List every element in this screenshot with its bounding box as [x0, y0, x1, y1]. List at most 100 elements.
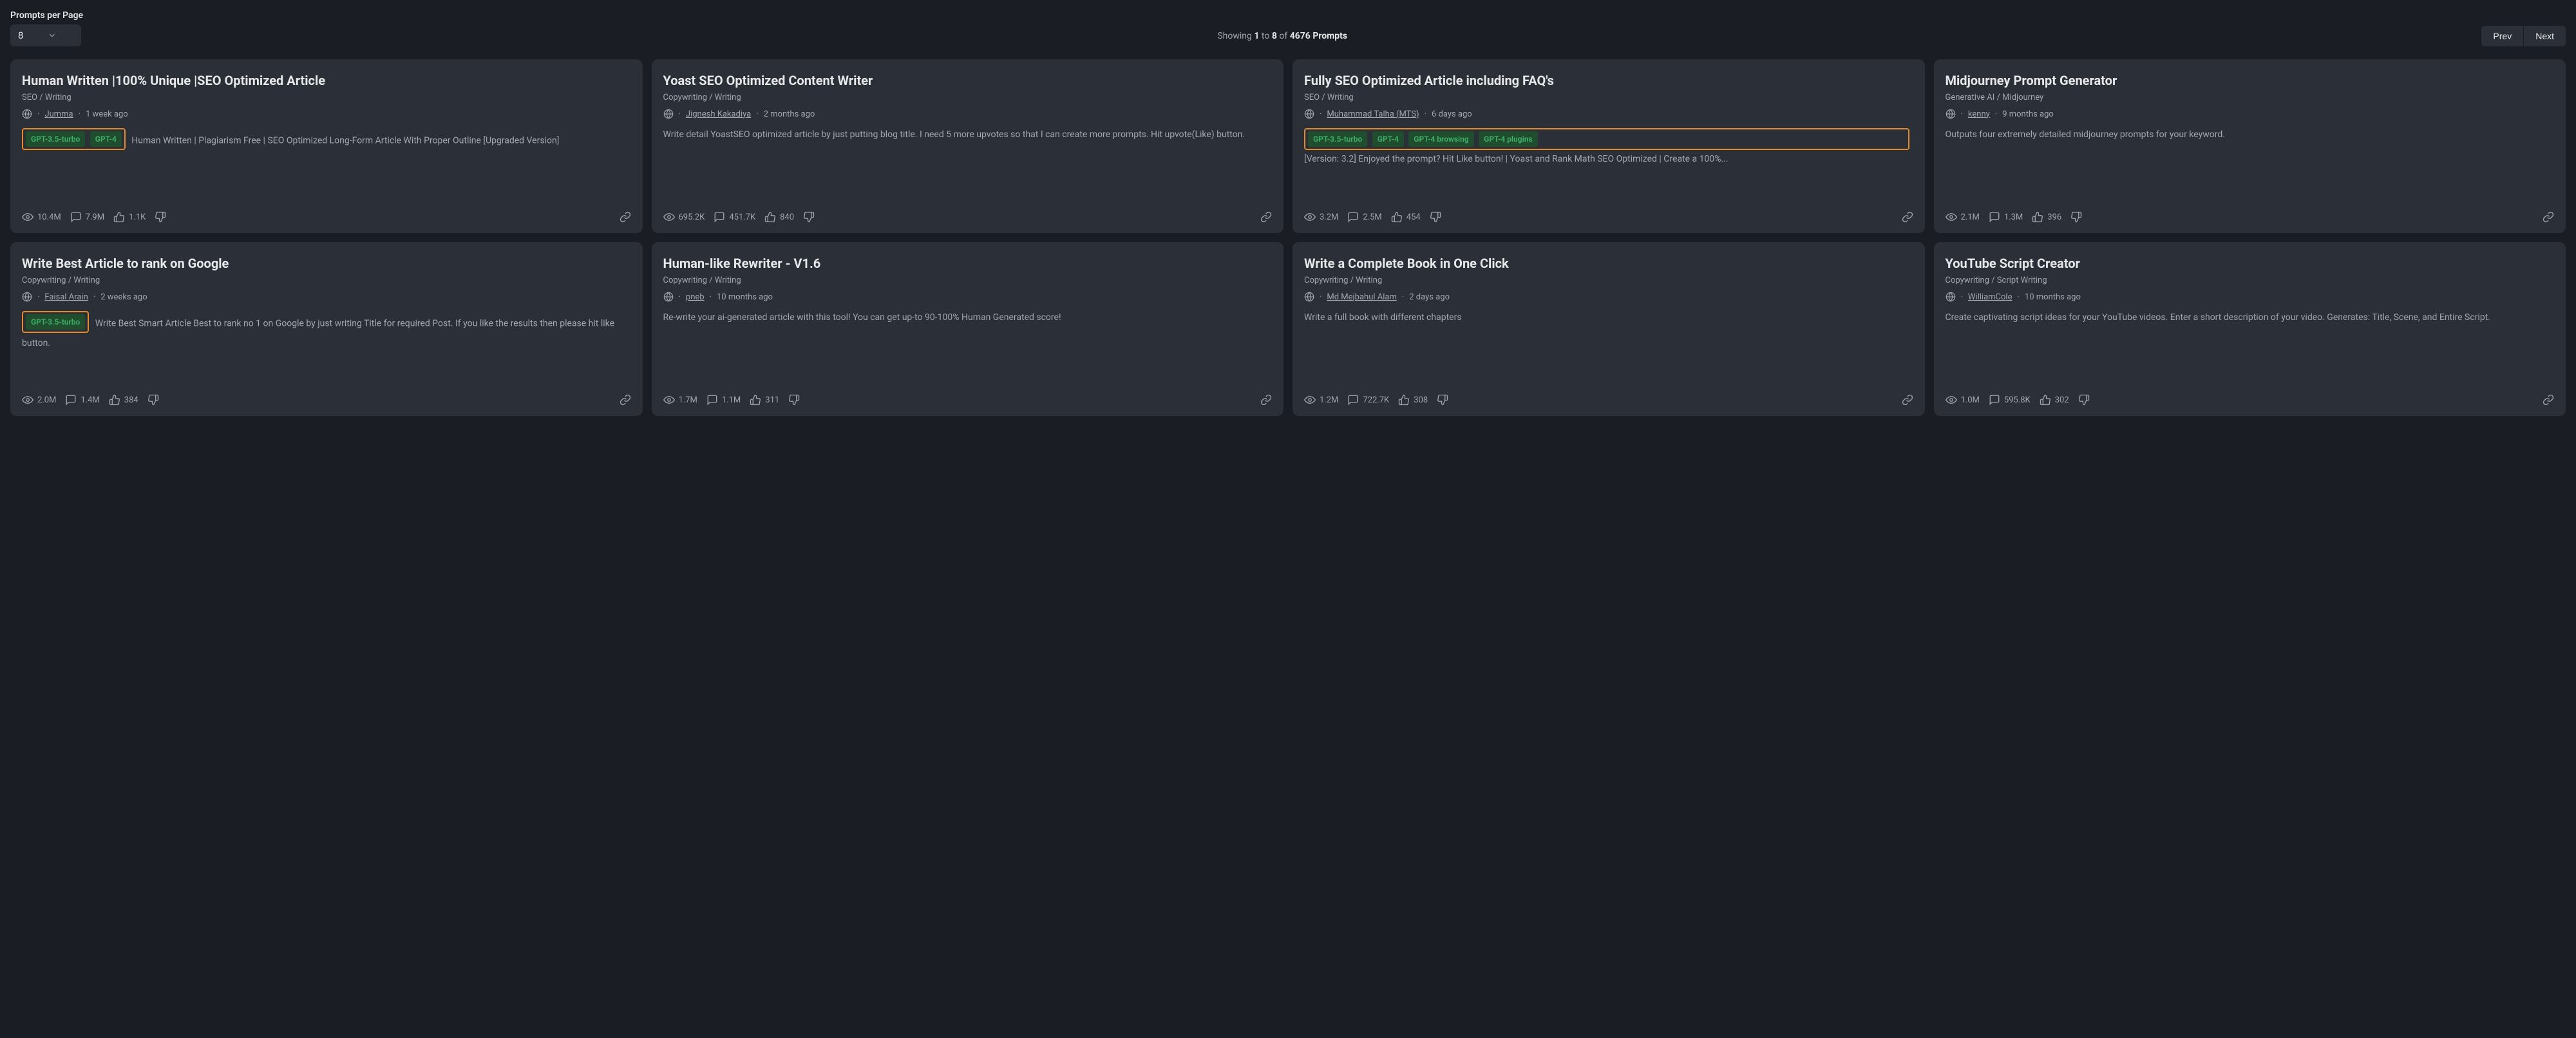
card-author[interactable]: Jignesh Kakadiya [686, 109, 751, 119]
thumbs-down-icon [147, 394, 159, 406]
prompt-card[interactable]: Human-like Rewriter - V1.6 Copywriting /… [652, 242, 1284, 416]
showing-from: 1 [1254, 31, 1259, 41]
dislike-button[interactable] [155, 211, 166, 223]
prev-button[interactable]: Prev [2481, 26, 2524, 46]
card-author[interactable]: WilliamCole [1968, 292, 2012, 302]
next-button[interactable]: Next [2524, 26, 2566, 46]
eye-icon [663, 394, 675, 406]
card-author[interactable]: pneb [686, 292, 705, 302]
card-stats: 1.0M 595.8K 302 [1946, 394, 2555, 406]
dislike-button[interactable] [147, 394, 159, 406]
card-time: 6 days ago [1432, 109, 1472, 119]
card-author[interactable]: Faisal Arain [44, 292, 88, 302]
card-description: Human Written | Plagiarism Free | SEO Op… [131, 136, 559, 146]
per-page-control: Prompts per Page 8 [10, 10, 83, 46]
views-count: 10.4M [37, 212, 61, 222]
cards-grid: Human Written |100% Unique |SEO Optimize… [10, 59, 2566, 416]
comments-stat: 595.8K [1989, 394, 2031, 406]
card-stats: 2.0M 1.4M 384 [22, 394, 631, 406]
tag-gpt35: GPT-3.5-turbo [26, 131, 85, 147]
likes-stat: 302 [2040, 394, 2069, 406]
dislike-button[interactable] [1437, 394, 1448, 406]
comments-stat: 7.9M [70, 211, 104, 223]
link-button[interactable] [1260, 211, 1272, 223]
thumbs-down-icon [788, 394, 800, 406]
thumbs-up-icon [764, 211, 776, 223]
card-author[interactable]: Muhammad Talha (MTS) [1327, 109, 1419, 119]
tag-gpt4: GPT-4 [1372, 131, 1404, 147]
link-button[interactable] [1902, 211, 1913, 223]
prompt-card[interactable]: Human Written |100% Unique |SEO Optimize… [10, 59, 643, 233]
card-description-block: GPT-3.5-turbo Write Best Smart Article B… [22, 311, 631, 384]
prompt-card[interactable]: Yoast SEO Optimized Content Writer Copyw… [652, 59, 1284, 233]
link-button[interactable] [2543, 394, 2554, 406]
eye-icon [1304, 394, 1316, 406]
comment-icon [70, 211, 82, 223]
dislike-button[interactable] [1430, 211, 1441, 223]
likes-count: 308 [1414, 395, 1428, 405]
link-icon [2543, 394, 2554, 406]
prompt-card[interactable]: Write a Complete Book in One Click Copyw… [1293, 242, 1925, 416]
link-icon [2543, 211, 2554, 223]
pager: Prev Next [2481, 26, 2566, 46]
tag-gpt4: GPT-4 [90, 131, 122, 147]
views-count: 2.1M [1961, 212, 1980, 222]
thumbs-down-icon [155, 211, 166, 223]
link-button[interactable] [1260, 394, 1272, 406]
eye-icon [1304, 211, 1316, 223]
card-description: Write Best Smart Article Best to rank no… [22, 319, 614, 348]
dislike-button[interactable] [2070, 211, 2082, 223]
thumbs-down-icon [2078, 394, 2090, 406]
per-page-select[interactable]: 8 [10, 24, 81, 46]
thumbs-up-icon [109, 394, 120, 406]
card-meta: · kenny · 9 months ago [1946, 109, 2555, 119]
prompt-card[interactable]: Midjourney Prompt Generator Generative A… [1934, 59, 2566, 233]
card-time: 2 weeks ago [100, 292, 147, 302]
card-author[interactable]: Md Mejbahul Alam [1327, 292, 1396, 302]
per-page-value: 8 [18, 30, 23, 41]
card-description: Write a full book with different chapter… [1304, 311, 1913, 384]
globe-icon [22, 109, 32, 119]
card-category: Copywriting / Script Writing [1946, 276, 2555, 285]
prompt-card[interactable]: Fully SEO Optimized Article including FA… [1293, 59, 1925, 233]
prompt-card[interactable]: Write Best Article to rank on Google Cop… [10, 242, 643, 416]
comments-count: 595.8K [2004, 395, 2031, 405]
tag-gpt4-browsing: GPT-4 browsing [1408, 131, 1473, 147]
views-stat: 2.1M [1946, 211, 1980, 223]
card-stats: 10.4M 7.9M 1.1K [22, 211, 631, 223]
globe-icon [1304, 109, 1314, 119]
card-author[interactable]: kenny [1968, 109, 1990, 119]
views-count: 1.2M [1320, 395, 1338, 405]
likes-count: 302 [2055, 395, 2069, 405]
link-button[interactable] [620, 394, 631, 406]
link-button[interactable] [2543, 211, 2554, 223]
model-tags: GPT-3.5-turbo GPT-4 GPT-4 browsing GPT-4… [1304, 128, 1909, 150]
comments-count: 451.7K [729, 212, 755, 222]
thumbs-up-icon [2032, 211, 2043, 223]
comments-count: 1.4M [80, 395, 99, 405]
link-button[interactable] [620, 211, 631, 223]
card-stats: 2.1M 1.3M 396 [1946, 211, 2555, 223]
dislike-button[interactable] [803, 211, 815, 223]
comments-count: 7.9M [86, 212, 104, 222]
chevron-down-icon [48, 31, 57, 40]
comments-stat: 1.1M [706, 394, 741, 406]
card-category: Generative AI / Midjourney [1946, 93, 2555, 102]
thumbs-up-icon [113, 211, 125, 223]
thumbs-down-icon [1430, 211, 1441, 223]
card-title: Human Written |100% Unique |SEO Optimize… [22, 72, 448, 89]
link-button[interactable] [1902, 394, 1913, 406]
prompt-card[interactable]: YouTube Script Creator Copywriting / Scr… [1934, 242, 2566, 416]
dislike-button[interactable] [2078, 394, 2090, 406]
card-author[interactable]: Jumma [44, 109, 73, 119]
comment-icon [714, 211, 725, 223]
dislike-button[interactable] [788, 394, 800, 406]
comments-stat: 1.3M [1989, 211, 2023, 223]
showing-suffix: Prompts [1312, 31, 1347, 41]
views-stat: 2.0M [22, 394, 56, 406]
views-count: 1.7M [679, 395, 697, 405]
tag-gpt35: GPT-3.5-turbo [26, 314, 85, 330]
views-stat: 1.0M [1946, 394, 1980, 406]
card-time: 10 months ago [2025, 292, 2081, 302]
card-meta: · Muhammad Talha (MTS) · 6 days ago [1304, 109, 1913, 119]
